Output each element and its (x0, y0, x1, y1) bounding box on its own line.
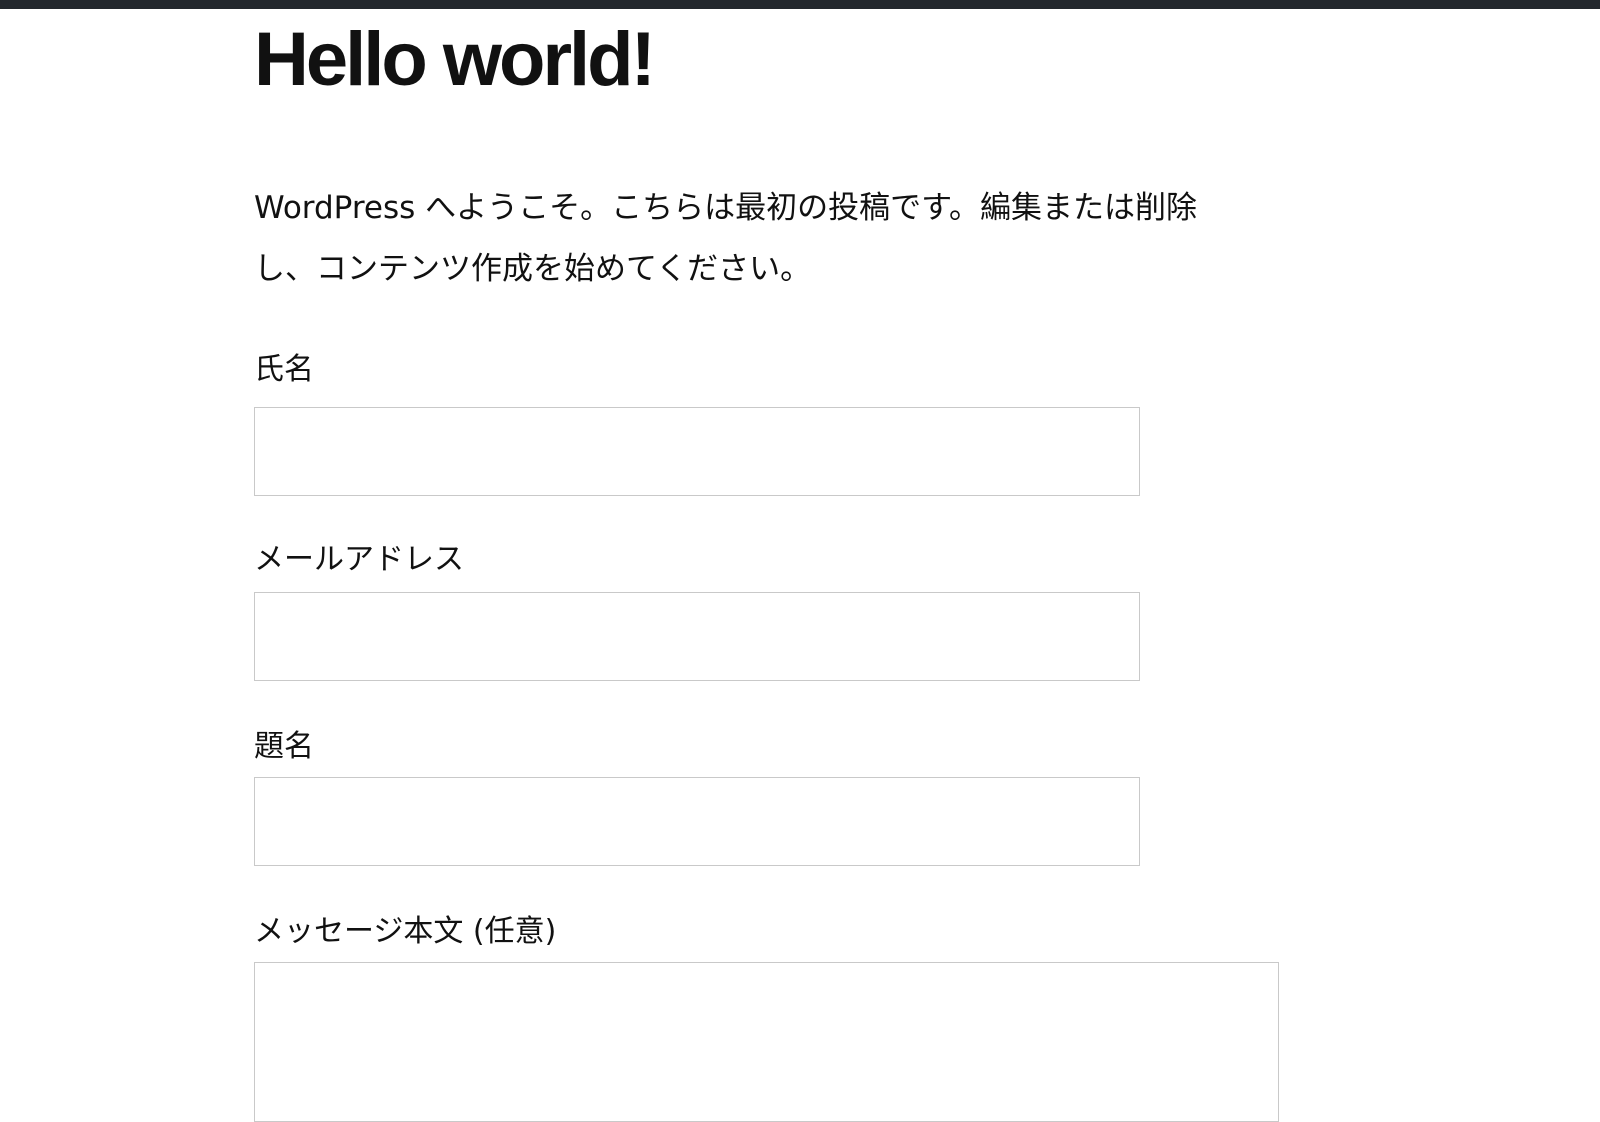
subject-input[interactable] (254, 777, 1140, 866)
message-textarea[interactable] (254, 962, 1279, 1122)
name-input[interactable] (254, 407, 1140, 496)
message-label: メッセージ本文 (任意) (254, 914, 557, 949)
post-title: Hello world! (254, 17, 656, 102)
post-body-text: WordPress へようこそ。こちらは最初の投稿です。編集または削除し、コンテ… (254, 190, 1198, 287)
subject-label: 題名 (254, 729, 314, 764)
admin-bar (0, 0, 1600, 9)
email-input[interactable] (254, 592, 1140, 681)
name-label: 氏名 (254, 352, 314, 387)
email-label: メールアドレス (254, 542, 464, 577)
